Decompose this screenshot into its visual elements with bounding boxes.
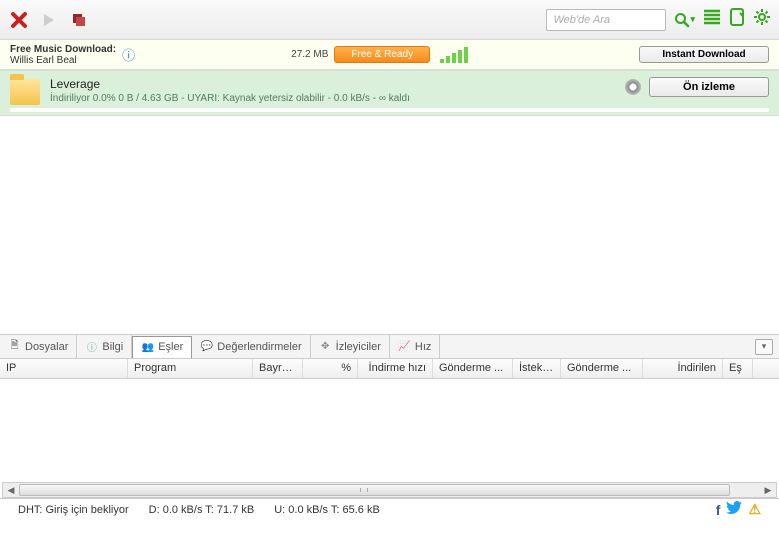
speed-icon: 📈: [398, 340, 411, 353]
trackers-icon: ✥: [319, 340, 332, 353]
preview-button[interactable]: Ön izleme: [649, 77, 769, 97]
download-name: Leverage: [50, 77, 410, 91]
free-music-bar: Free Music Download: Willis Earl Beal ⓘ …: [0, 40, 779, 70]
ratings-icon: 💬: [200, 340, 213, 353]
col-flag[interactable]: Bayra...: [253, 359, 303, 378]
tab-files-label: Dosyalar: [25, 341, 68, 353]
warning-icon[interactable]: ⚠: [748, 501, 761, 518]
col-downloaded[interactable]: İndirilen: [643, 359, 723, 378]
tab-files[interactable]: 🗎 Dosyalar: [0, 335, 77, 358]
peers-header-row: IP Program Bayra... % İndirme hızı Gönde…: [0, 359, 779, 379]
tab-trackers-label: İzleyiciler: [336, 341, 381, 353]
tab-speed[interactable]: 📈 Hız: [390, 335, 441, 358]
col-percent[interactable]: %: [303, 359, 358, 378]
status-up: U: 0.0 kB/s T: 65.6 kB: [264, 504, 390, 516]
col-sent[interactable]: Gönderme ...: [561, 359, 643, 378]
music-artist: Willis Earl Beal: [10, 55, 77, 66]
tab-speed-label: Hız: [415, 341, 432, 353]
stop-button[interactable]: [68, 9, 90, 31]
gear-icon[interactable]: [753, 8, 771, 31]
col-requests[interactable]: İstekler: [513, 359, 561, 378]
info-icon[interactable]: ⓘ: [122, 45, 135, 64]
tab-info-label: Bilgi: [102, 341, 123, 353]
free-ready-button[interactable]: Free & Ready: [334, 46, 430, 63]
play-button[interactable]: [38, 9, 60, 31]
peers-icon: 👥: [141, 341, 154, 354]
tab-ratings-label: Değerlendirmeler: [217, 341, 301, 353]
twitter-icon[interactable]: [726, 501, 742, 518]
tab-ratings[interactable]: 💬 Değerlendirmeler: [192, 335, 310, 358]
files-icon: 🗎: [8, 340, 21, 353]
tab-info[interactable]: ⓘ Bilgi: [77, 335, 132, 358]
status-down: D: 0.0 kB/s T: 71.7 kB: [139, 504, 265, 516]
music-size: 27.2 MB: [291, 49, 328, 60]
search-icon[interactable]: ▾: [674, 12, 695, 28]
col-dlspeed[interactable]: İndirme hızı: [358, 359, 433, 378]
col-ip[interactable]: IP: [0, 359, 128, 378]
col-ulspeed[interactable]: Gönderme ...: [433, 359, 513, 378]
col-program[interactable]: Program: [128, 359, 253, 378]
search-placeholder: Web'de Ara: [553, 14, 610, 26]
peers-table: IP Program Bayra... % İndirme hızı Gönde…: [0, 358, 779, 498]
music-label: Free Music Download: Willis Earl Beal: [10, 44, 116, 66]
download-list-area: [0, 116, 779, 334]
cancel-button[interactable]: [8, 9, 30, 31]
col-peer[interactable]: Eş: [723, 359, 753, 378]
main-toolbar: Web'de Ara ▾: [0, 0, 779, 40]
download-item[interactable]: Leverage İndiriliyor 0.0% 0 B / 4.63 GB …: [0, 70, 779, 116]
note-icon[interactable]: [729, 8, 745, 31]
music-header: Free Music Download:: [10, 44, 116, 55]
tab-trackers[interactable]: ✥ İzleyiciler: [311, 335, 390, 358]
facebook-icon[interactable]: f: [716, 502, 721, 518]
horizontal-scrollbar[interactable]: ◀ ▶: [2, 482, 777, 498]
details-tabs: 🗎 Dosyalar ⓘ Bilgi 👥 Eşler 💬 Değerlendirmele…: [0, 334, 779, 358]
search-input[interactable]: Web'de Ara: [546, 9, 666, 31]
status-bar: DHT: Giriş için bekliyor D: 0.0 kB/s T: …: [0, 498, 779, 520]
folder-icon: [10, 79, 40, 105]
tab-peers-label: Eşler: [158, 341, 183, 353]
signal-icon: [440, 47, 468, 63]
list-icon[interactable]: [703, 9, 721, 30]
info-tab-icon: ⓘ: [85, 340, 98, 353]
collapse-panel-button[interactable]: ▾: [755, 339, 773, 355]
progress-bar: [10, 108, 769, 112]
scroll-left-button[interactable]: ◀: [3, 485, 19, 496]
status-dht: DHT: Giriş için bekliyor: [8, 504, 139, 516]
tab-peers[interactable]: 👥 Eşler: [132, 336, 192, 359]
download-status: İndiriliyor 0.0% 0 B / 4.63 GB - UYARI: …: [50, 93, 410, 104]
instant-download-button[interactable]: Instant Download: [639, 46, 769, 63]
scroll-right-button[interactable]: ▶: [760, 485, 776, 496]
disc-icon[interactable]: [625, 79, 641, 95]
